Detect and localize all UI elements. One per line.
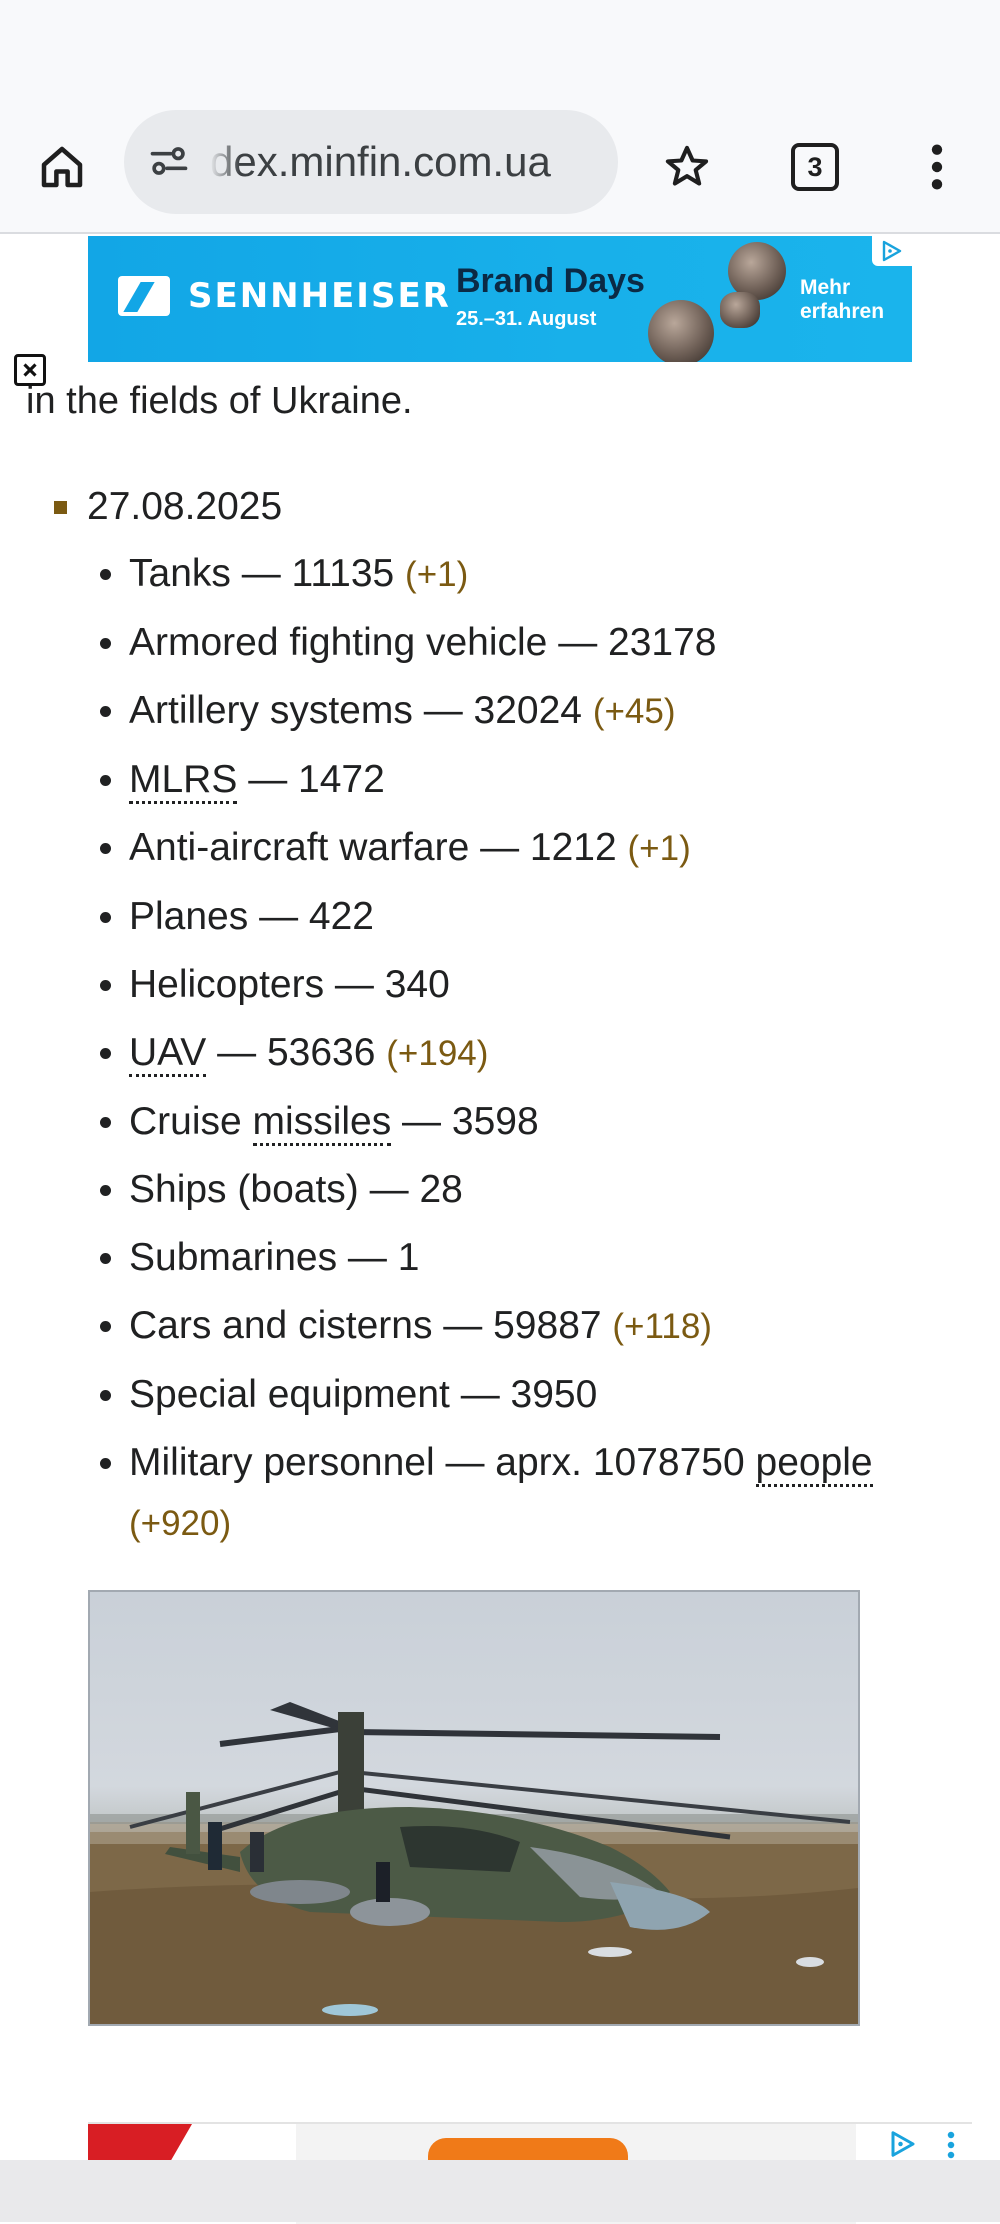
earbud-image: [720, 292, 760, 328]
browser-toolbar: dex.minfin.com.ua 3: [0, 110, 1000, 234]
list-item: Helicopters — 340: [0, 951, 1000, 1019]
list-item: Cars and cisterns — 59887 (+118): [0, 1292, 1000, 1361]
close-icon[interactable]: [14, 354, 46, 386]
item-text: Helicopters — 340: [129, 963, 450, 1006]
tab-switcher-button[interactable]: 3: [780, 135, 850, 199]
item-text: Submarines — 1: [129, 1236, 420, 1279]
losses-list: Tanks — 11135 (+1) Armored fighting vehi…: [0, 540, 1000, 1551]
site-info-icon[interactable]: [144, 136, 194, 186]
item-delta: (+920): [129, 1504, 232, 1543]
star-icon: [665, 145, 709, 186]
item-text: — 3598: [391, 1100, 539, 1143]
people-link[interactable]: people: [755, 1441, 873, 1487]
list-item: UAV — 53636 (+194): [0, 1019, 1000, 1088]
item-text: Military personnel — aprx. 1078750: [129, 1441, 756, 1484]
item-text: Planes — 422: [129, 895, 374, 938]
ad-cta[interactable]: Mehr erfahren: [800, 276, 884, 324]
ad-dates: 25.–31. August: [456, 308, 597, 330]
item-text: Ships (boats) — 28: [129, 1168, 463, 1211]
adchoices-icon[interactable]: [888, 2130, 918, 2163]
list-item: Artillery systems — 32024 (+45): [0, 677, 1000, 746]
item-text: Anti-aircraft warfare — 1212: [129, 826, 628, 869]
tab-switcher-icon: 3: [791, 143, 839, 191]
date-heading: 27.08.2025: [54, 480, 282, 534]
adchoices-icon[interactable]: [872, 236, 912, 266]
list-item: Military personnel — aprx. 1078750 peopl…: [0, 1429, 1000, 1551]
ad-brand-name: SENNHEISER: [188, 276, 451, 316]
list-item: Planes — 422: [0, 883, 1000, 951]
list-item: Tanks — 11135 (+1): [0, 540, 1000, 609]
system-nav-bar: [0, 2160, 1000, 2222]
banner-ad[interactable]: SENNHEISER Brand Days 25.–31. August Meh…: [88, 236, 912, 362]
list-item: Ships (boats) — 28: [0, 1156, 1000, 1224]
ad-cta-line2: erfahren: [800, 300, 885, 323]
mlrs-link[interactable]: MLRS: [129, 758, 238, 804]
more-vert-icon: [931, 144, 943, 190]
item-delta: (+1): [627, 829, 691, 868]
list-item: Submarines — 1: [0, 1224, 1000, 1292]
ad-brand: SENNHEISER: [118, 276, 451, 316]
list-item: MLRS — 1472: [0, 746, 1000, 814]
list-item: Special equipment — 3950: [0, 1361, 1000, 1429]
downed-helicopter-image: [90, 1702, 858, 2024]
more-menu-button[interactable]: [905, 135, 969, 199]
address-bar[interactable]: dex.minfin.com.ua: [124, 110, 618, 214]
ad-title: Brand Days: [456, 262, 645, 300]
url-text[interactable]: dex.minfin.com.ua: [210, 132, 618, 192]
list-item: Cruise missiles — 3598: [0, 1088, 1000, 1156]
bookmark-button[interactable]: [655, 135, 719, 199]
item-text: Cruise: [129, 1100, 253, 1143]
home-button[interactable]: [30, 135, 94, 199]
square-bullet-icon: [54, 500, 67, 514]
item-text: Artillery systems — 32024: [129, 689, 593, 732]
ad-logo-icon: [88, 2124, 192, 2164]
list-item: Anti-aircraft warfare — 1212 (+1): [0, 814, 1000, 883]
item-text: Cars and cisterns — 59887: [129, 1304, 613, 1347]
helicopter-photo[interactable]: [88, 1590, 860, 2026]
sennheiser-logo-icon: [118, 276, 170, 316]
earbud-image: [648, 300, 714, 362]
uav-link[interactable]: UAV: [129, 1031, 207, 1077]
item-text: Tanks — 11135: [129, 552, 406, 595]
date-text: 27.08.2025: [87, 485, 283, 528]
missiles-link[interactable]: missiles: [252, 1100, 392, 1146]
item-delta: (+1): [405, 555, 469, 594]
item-text: — 53636: [206, 1031, 387, 1074]
home-icon: [41, 146, 83, 188]
item-text: — 1472: [237, 758, 385, 801]
status-bar: [0, 0, 1000, 110]
item-delta: (+118): [612, 1307, 712, 1346]
item-text: Special equipment — 3950: [129, 1373, 598, 1416]
ad-cta-line1: Mehr: [800, 276, 851, 299]
item-text: Armored fighting vehicle — 23178: [129, 621, 717, 664]
item-delta: (+45): [592, 692, 676, 731]
item-delta: (+194): [386, 1034, 489, 1073]
list-item: Armored fighting vehicle — 23178: [0, 609, 1000, 677]
article-text-partial: in the fields of Ukraine.: [26, 380, 413, 422]
